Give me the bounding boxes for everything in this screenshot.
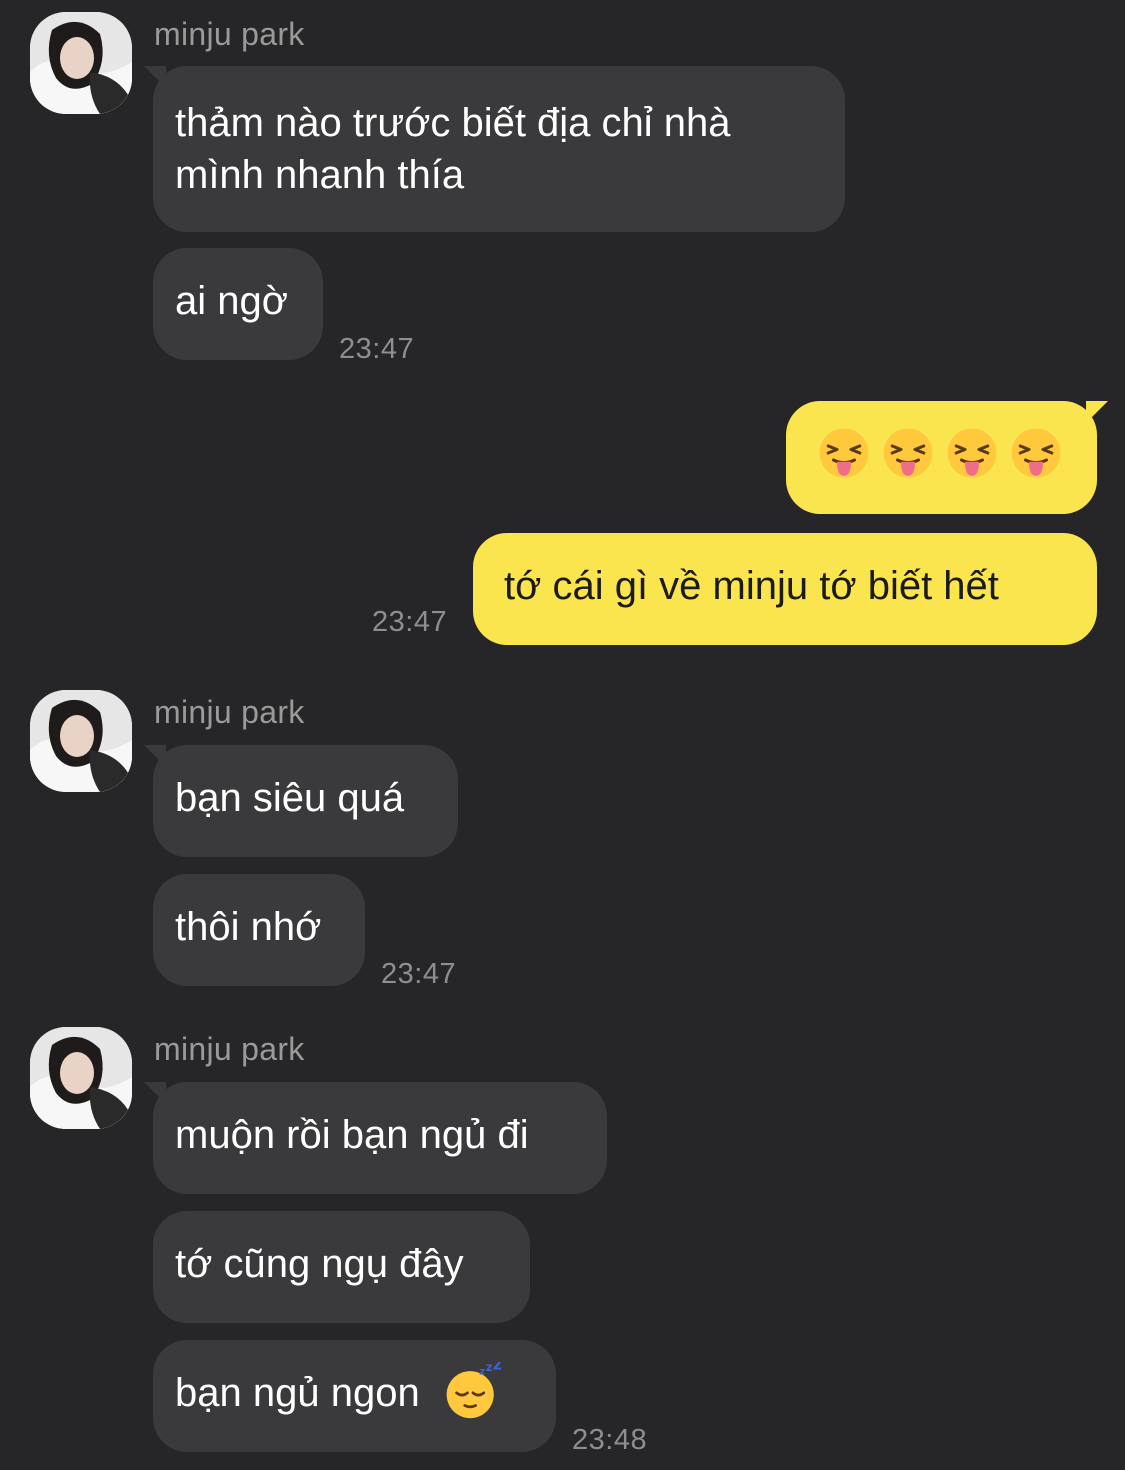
message-bubble[interactable]: ai ngờ (153, 248, 323, 360)
sender-name: minju park (154, 1031, 305, 1067)
profile-photo-icon (30, 690, 132, 792)
squinting-face-with-tongue-icon (883, 428, 933, 478)
profile-photo-icon (30, 12, 132, 114)
message-bubble[interactable]: tớ cũng ngụ đây (153, 1211, 530, 1323)
sender-avatar[interactable] (30, 690, 132, 792)
message-bubble[interactable]: bạn ngủ ngon z z Z (153, 1340, 556, 1452)
profile-photo-icon (30, 1027, 132, 1129)
message-text: thôi nhớ (175, 905, 322, 949)
sender-avatar[interactable] (30, 1027, 132, 1129)
message-text: thảm nào trước biết địa chỉ nhà (175, 101, 731, 145)
squinting-face-with-tongue-icon (947, 428, 997, 478)
message-bubble[interactable]: muộn rồi bạn ngủ đi (153, 1082, 607, 1194)
message-text: ai ngờ (175, 279, 288, 323)
svg-text:z: z (485, 1362, 492, 1374)
sender-name: minju park (154, 16, 305, 52)
message-text: tớ cái gì về minju tớ biết hết (504, 564, 999, 608)
message-timestamp: 23:47 (339, 333, 415, 365)
squinting-face-with-tongue-icon (1011, 428, 1061, 478)
message-text: muộn rồi bạn ngủ đi (175, 1113, 529, 1157)
message-bubble[interactable]: thôi nhớ (153, 874, 365, 986)
message-bubble[interactable] (786, 401, 1097, 514)
message-text: bạn ngủ ngon (175, 1371, 420, 1415)
svg-text:z: z (479, 1367, 485, 1378)
message-bubble[interactable]: tớ cái gì về minju tớ biết hết (473, 533, 1097, 645)
svg-text:Z: Z (493, 1362, 501, 1373)
message-timestamp: 23:47 (372, 606, 448, 638)
message-bubble[interactable]: bạn siêu quá (153, 745, 458, 857)
chat-thread[interactable]: minju park thảm nào trước biết địa chỉ n… (0, 0, 1125, 1470)
message-text: bạn siêu quá (175, 776, 405, 820)
sleeping-face-icon: z z Z (446, 1362, 501, 1419)
sender-avatar[interactable] (30, 12, 132, 114)
sender-name: minju park (154, 694, 305, 730)
message-text: mình nhanh thía (175, 153, 465, 197)
squinting-face-with-tongue-icon (819, 428, 869, 478)
emoji-message (816, 427, 1067, 479)
message-text: tớ cũng ngụ đây (175, 1242, 464, 1286)
message-timestamp: 23:47 (381, 958, 457, 990)
message-timestamp: 23:48 (572, 1424, 648, 1456)
message-bubble[interactable]: thảm nào trước biết địa chỉ nhà mình nha… (153, 66, 845, 232)
